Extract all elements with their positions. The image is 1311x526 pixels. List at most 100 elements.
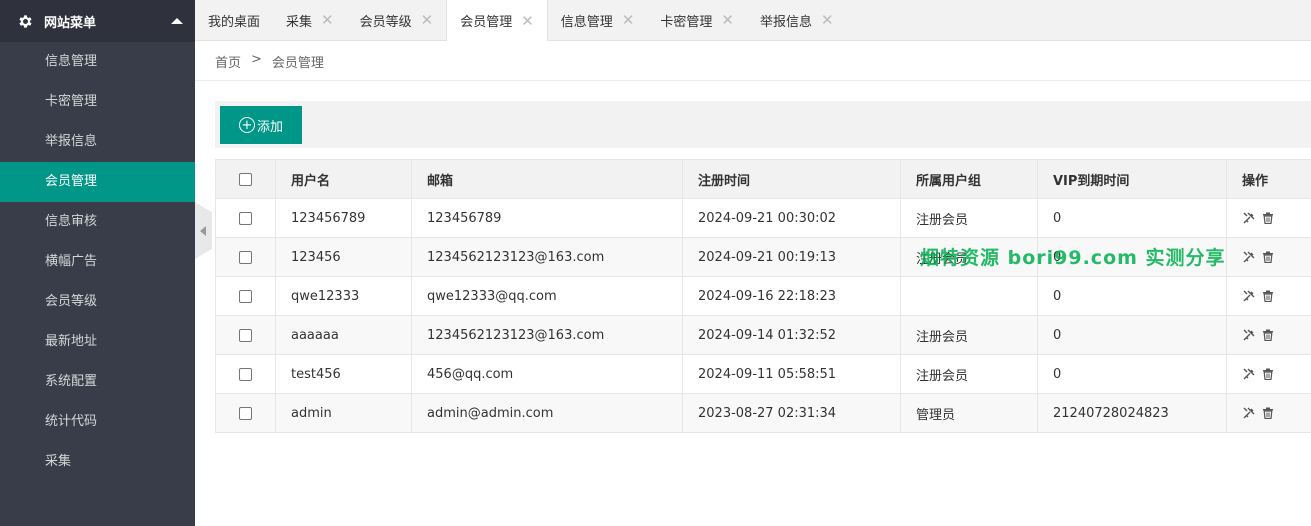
cell-reg-time: 2023-08-27 02:31:34 <box>682 393 901 433</box>
cell-email: admin@admin.com <box>411 393 683 433</box>
tab[interactable]: 卡密管理 ✕ <box>647 0 747 40</box>
cell-email: 456@qq.com <box>411 354 683 394</box>
cell-actions <box>1226 393 1311 433</box>
tab[interactable]: 我的桌面 <box>195 0 273 40</box>
trash-icon[interactable] <box>1261 329 1274 342</box>
cell-actions <box>1226 354 1311 394</box>
tab-bar: 我的桌面 采集 ✕ 会员等级 ✕ 会员管理 ✕ 信息管理 ✕ 卡密管理 ✕ 举报信息 ✕ <box>195 0 1311 41</box>
table-row: aaaaaa 1234562123123@163.com 2024-09-14 01… <box>215 315 1311 355</box>
sidebar-item[interactable]: 最新地址 <box>0 322 195 362</box>
close-icon[interactable]: ✕ <box>821 11 834 29</box>
sidebar-header[interactable]: 网站菜单 <box>0 0 195 42</box>
divider <box>195 80 1311 81</box>
tab[interactable]: 会员等级 ✕ <box>347 0 447 40</box>
cell-username: test456 <box>275 354 412 394</box>
tools-icon[interactable] <box>1242 368 1255 381</box>
tab-label: 举报信息 <box>759 14 812 30</box>
cell-reg-time: 2024-09-14 01:32:52 <box>682 315 901 355</box>
row-checkbox[interactable] <box>239 289 252 303</box>
breadcrumb: 首页 > 会员管理 <box>215 52 324 71</box>
row-checkbox-cell <box>215 237 276 277</box>
close-icon[interactable]: ✕ <box>321 11 334 29</box>
cell-vip-expire: 0 <box>1037 354 1227 394</box>
row-checkbox[interactable] <box>239 211 252 225</box>
sidebar-item[interactable]: 横幅广告 <box>0 242 195 282</box>
trash-icon[interactable] <box>1261 407 1274 420</box>
sidebar: 网站菜单 信息管理 卡密管理 举报信息 会员管理 信息审核 横幅广告 会员等级 最新地址 系统配… <box>0 0 195 526</box>
tab[interactable]: 采集 ✕ <box>273 0 347 40</box>
plus-circle-icon: + <box>238 117 255 133</box>
row-checkbox[interactable] <box>239 328 252 342</box>
trash-icon[interactable] <box>1261 212 1274 225</box>
header-vip-expire[interactable]: VIP到期时间 <box>1037 159 1227 199</box>
cell-group: 管理员 <box>900 393 1038 433</box>
caret-up-icon[interactable] <box>171 18 183 24</box>
sidebar-item[interactable]: 采集 <box>0 442 195 482</box>
trash-icon[interactable] <box>1261 368 1274 381</box>
sidebar-item[interactable]: 信息审核 <box>0 202 195 242</box>
sidebar-collapse-handle[interactable] <box>195 202 212 259</box>
tools-icon[interactable] <box>1242 290 1255 303</box>
cell-vip-expire: 0 <box>1037 276 1227 316</box>
header-actions: 操作 <box>1226 159 1311 199</box>
select-all-checkbox[interactable] <box>239 172 252 186</box>
tab-label: 会员等级 <box>359 14 412 30</box>
cell-username: qwe12333 <box>275 276 412 316</box>
row-checkbox-cell <box>215 315 276 355</box>
trash-icon[interactable] <box>1261 290 1274 303</box>
cell-email: 1234562123123@163.com <box>411 315 683 355</box>
header-group[interactable]: 所属用户组 <box>900 159 1038 199</box>
sidebar-item[interactable]: 会员管理 <box>0 162 195 202</box>
cell-vip-expire: 0 <box>1037 315 1227 355</box>
tab-label: 卡密管理 <box>660 14 713 30</box>
tools-icon[interactable] <box>1242 212 1255 225</box>
trash-icon[interactable] <box>1261 251 1274 264</box>
tools-icon[interactable] <box>1242 329 1255 342</box>
tab[interactable]: 会员管理 ✕ <box>446 0 548 41</box>
sidebar-item[interactable]: 举报信息 <box>0 122 195 162</box>
cell-username: aaaaaa <box>275 315 412 355</box>
header-username[interactable]: 用户名 <box>275 159 412 199</box>
cell-username: 123456789 <box>275 198 412 238</box>
sidebar-item[interactable]: 统计代码 <box>0 402 195 442</box>
breadcrumb-separator: > <box>251 52 262 67</box>
close-icon[interactable]: ✕ <box>521 12 534 30</box>
toolbar: + 添加 <box>215 101 1311 148</box>
gear-icon <box>16 12 34 30</box>
header-email[interactable]: 邮箱 <box>411 159 683 199</box>
cell-actions <box>1226 276 1311 316</box>
sidebar-item[interactable]: 信息管理 <box>0 42 195 82</box>
row-checkbox-cell <box>215 393 276 433</box>
tab-label: 信息管理 <box>560 14 613 30</box>
breadcrumb-current: 会员管理 <box>271 56 324 71</box>
row-checkbox[interactable] <box>239 367 252 381</box>
sidebar-item[interactable]: 系统配置 <box>0 362 195 402</box>
cell-username: 123456 <box>275 237 412 277</box>
cell-reg-time: 2024-09-21 00:30:02 <box>682 198 901 238</box>
close-icon[interactable]: ✕ <box>721 11 734 29</box>
close-icon[interactable]: ✕ <box>622 11 635 29</box>
add-button-label: 添加 <box>256 119 283 135</box>
cell-email: qwe12333@qq.com <box>411 276 683 316</box>
row-checkbox[interactable] <box>239 406 252 420</box>
tools-icon[interactable] <box>1242 407 1255 420</box>
breadcrumb-home[interactable]: 首页 <box>215 52 241 71</box>
add-button[interactable]: + 添加 <box>220 106 302 144</box>
sidebar-item[interactable]: 卡密管理 <box>0 82 195 122</box>
tools-icon[interactable] <box>1242 251 1255 264</box>
cell-actions <box>1226 315 1311 355</box>
tab[interactable]: 举报信息 ✕ <box>747 0 847 40</box>
watermark-text: 烟特资源 bori99.com 实测分享 <box>920 247 1226 269</box>
header-reg-time[interactable]: 注册时间 <box>682 159 901 199</box>
row-actions <box>1242 212 1300 225</box>
cell-group: 注册会员 <box>900 354 1038 394</box>
cell-email: 123456789 <box>411 198 683 238</box>
cell-vip-expire: 21240728024823 <box>1037 393 1227 433</box>
tab[interactable]: 信息管理 ✕ <box>548 0 648 40</box>
close-icon[interactable]: ✕ <box>421 11 434 29</box>
sidebar-menu: 信息管理 卡密管理 举报信息 会员管理 信息审核 横幅广告 会员等级 最新地址 系统配置 统计代码… <box>0 42 195 482</box>
sidebar-item[interactable]: 会员等级 <box>0 282 195 322</box>
cell-group: 注册会员 <box>900 315 1038 355</box>
table-header-row: 用户名 邮箱 注册时间 所属用户组 VIP到期时间 操作 <box>215 159 1311 199</box>
row-checkbox[interactable] <box>239 250 252 264</box>
